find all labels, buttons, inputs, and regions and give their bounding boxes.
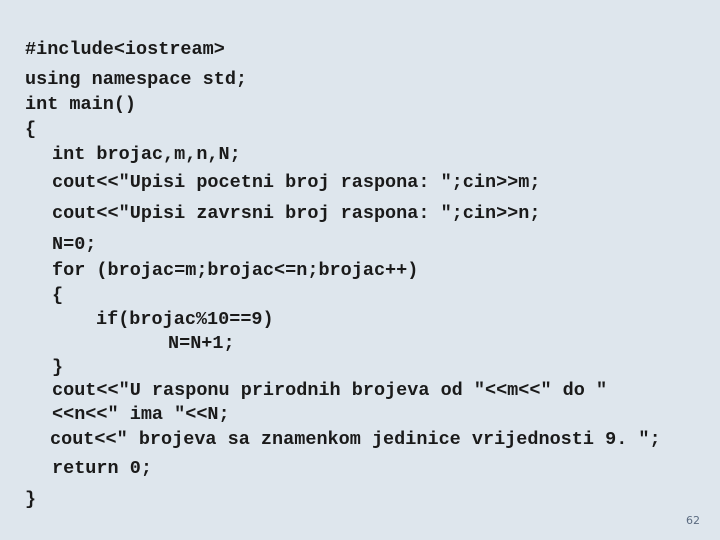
code-line: }: [52, 357, 64, 378]
code-line: <<n<<" ima "<<N;: [52, 404, 230, 425]
code-line: cout<<"Upisi pocetni broj raspona: ";cin…: [52, 172, 541, 193]
code-line: }: [25, 489, 37, 510]
code-line: for (brojac=m;brojac<=n;brojac++): [52, 260, 419, 281]
code-line: int main(): [25, 94, 137, 115]
code-line: {: [52, 285, 64, 306]
code-line: cout<<"U rasponu prirodnih brojeva od "<…: [52, 380, 608, 401]
code-line: cout<<"Upisi zavrsni broj raspona: ";cin…: [52, 203, 541, 224]
code-line: int brojac,m,n,N;: [52, 144, 241, 165]
code-line: #include<iostream>: [25, 39, 225, 60]
code-line: {: [25, 119, 37, 140]
code-line: if(brojac%10==9): [96, 309, 274, 330]
code-line: N=N+1;: [168, 333, 235, 354]
code-line: using namespace std;: [25, 69, 248, 90]
page-number: 62: [686, 514, 700, 527]
code-line: return 0;: [52, 458, 152, 479]
code-line: N=0;: [52, 234, 97, 255]
code-line: cout<<" brojeva sa znamenkom jedinice vr…: [50, 429, 661, 450]
